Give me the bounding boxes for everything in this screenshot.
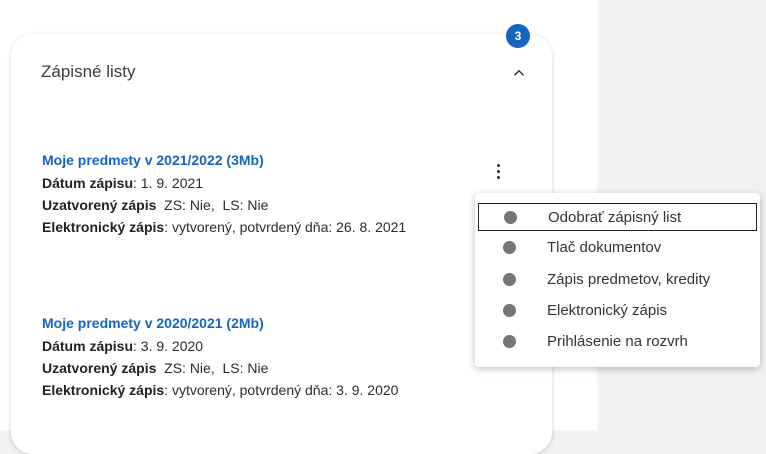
datum-value: : 1. 9. 2021 xyxy=(133,175,204,191)
uzatvoreny-label: Uzatvorený zápis xyxy=(42,360,157,376)
kebab-dot xyxy=(496,175,500,179)
kebab-dot xyxy=(496,163,500,167)
card-title: Zápisné listy xyxy=(41,62,136,81)
menu-item-prihlasenie-na-rozvrh[interactable]: Prihlásenie na rozvrh xyxy=(478,327,757,355)
entry-title-link[interactable]: Moje predmety v 2021/2022 (3Mb) xyxy=(42,151,462,170)
menu-item-tlac-dokumentov[interactable]: Tlač dokumentov xyxy=(478,233,757,261)
more-vert-icon[interactable] xyxy=(489,160,507,182)
datum-zapisu-row: Dátum zápisu: 1. 9. 2021 xyxy=(42,174,462,193)
entry-title-link[interactable]: Moje predmety v 2020/2021 (2Mb) xyxy=(42,314,462,333)
entry-2021-2022: Moje predmety v 2021/2022 (3Mb) Dátum zá… xyxy=(42,151,462,240)
elektronicky-zapis-row: Elektronický zápis: vytvorený, potvrdený… xyxy=(42,381,462,400)
elektronicky-label: Elektronický zápis xyxy=(42,219,165,235)
circle-icon xyxy=(503,303,516,317)
menu-item-zapis-predmetov[interactable]: Zápis predmetov, kredity xyxy=(478,265,757,293)
circle-icon xyxy=(503,334,516,348)
circle-icon xyxy=(503,272,516,286)
entry-2020-2021: Moje predmety v 2020/2021 (2Mb) Dátum zá… xyxy=(42,314,462,403)
uzatvoreny-value: ZS: Nie, LS: Nie xyxy=(156,197,269,213)
uzatvoreny-label: Uzatvorený zápis xyxy=(42,197,157,213)
menu-item-label: Elektronický zápis xyxy=(547,301,668,319)
entry-actions-menu: Odobrať zápisný list Tlač dokumentov Záp… xyxy=(475,193,760,367)
circle-icon xyxy=(504,210,517,224)
datum-zapisu-row: Dátum zápisu: 3. 9. 2020 xyxy=(42,337,462,356)
menu-item-label: Prihlásenie na rozvrh xyxy=(547,332,688,350)
uzatvoreny-value: ZS: Nie, LS: Nie xyxy=(156,360,269,376)
datum-label: Dátum zápisu xyxy=(42,175,134,191)
menu-item-label: Odobrať zápisný list xyxy=(548,208,682,226)
circle-icon xyxy=(503,240,516,254)
menu-item-elektronicky-zapis[interactable]: Elektronický zápis xyxy=(478,296,757,324)
menu-item-label: Tlač dokumentov xyxy=(547,238,662,256)
uzatvoreny-zapis-row: Uzatvorený zápis ZS: Nie, LS: Nie xyxy=(42,196,462,215)
datum-label: Dátum zápisu xyxy=(42,338,134,354)
elektronicky-value: : vytvorený, potvrdený dňa: 3. 9. 2020 xyxy=(164,382,399,398)
uzatvoreny-zapis-row: Uzatvorený zápis ZS: Nie, LS: Nie xyxy=(42,359,462,378)
chevron-up-icon[interactable] xyxy=(510,64,528,82)
menu-item-label: Zápis predmetov, kredity xyxy=(547,270,711,288)
notification-badge: 3 xyxy=(506,24,530,48)
menu-item-odobrat-zapisny-list[interactable]: Odobrať zápisný list xyxy=(478,203,757,231)
elektronicky-label: Elektronický zápis xyxy=(42,382,165,398)
kebab-dot xyxy=(496,169,500,173)
elektronicky-zapis-row: Elektronický zápis: vytvorený, potvrdený… xyxy=(42,218,462,237)
datum-value: : 3. 9. 2020 xyxy=(133,338,204,354)
elektronicky-value: : vytvorený, potvrdený dňa: 26. 8. 2021 xyxy=(164,219,407,235)
